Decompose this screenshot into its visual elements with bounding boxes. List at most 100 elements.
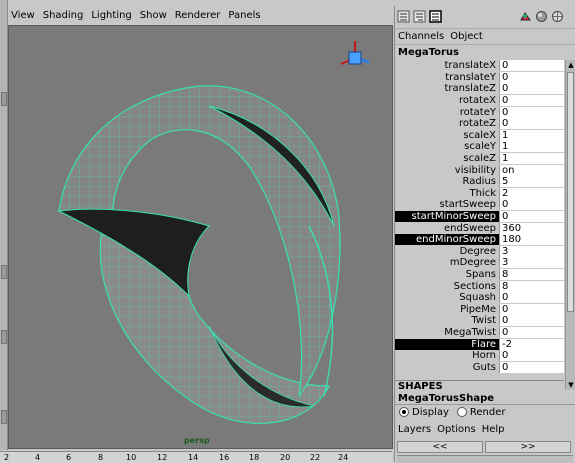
channel-name[interactable]: startMinorSweep bbox=[395, 211, 499, 223]
channel-name[interactable]: Sections bbox=[395, 281, 499, 292]
menu-panels[interactable]: Panels bbox=[228, 10, 260, 21]
timeline-ruler[interactable]: 2 4 6 8 10 12 14 16 18 20 22 24 bbox=[0, 451, 392, 463]
channel-value-field[interactable]: 0 bbox=[499, 60, 564, 72]
channel-row[interactable]: translateY 0 bbox=[395, 71, 564, 84]
channel-row[interactable]: Flare -2 bbox=[395, 338, 564, 350]
channel-name[interactable]: Horn bbox=[395, 350, 499, 361]
channel-name[interactable]: PipeMe bbox=[395, 304, 499, 315]
channel-row[interactable]: Degree 3 bbox=[395, 245, 564, 258]
channel-row[interactable]: visibility on bbox=[395, 164, 564, 176]
channel-row[interactable]: Horn 0 bbox=[395, 350, 564, 362]
channel-name[interactable]: scaleZ bbox=[395, 153, 499, 164]
channel-value-field[interactable]: 5 bbox=[499, 176, 564, 188]
channel-value-field[interactable]: 8 bbox=[499, 280, 564, 292]
previous-button[interactable]: << bbox=[397, 441, 483, 453]
channel-row[interactable]: MegaTwist 0 bbox=[395, 326, 564, 339]
channel-name[interactable]: translateY bbox=[395, 72, 499, 83]
channel-value-field[interactable]: 0 bbox=[499, 326, 564, 338]
channel-name[interactable]: visibility bbox=[395, 165, 499, 176]
channel-row[interactable]: mDegree 3 bbox=[395, 257, 564, 269]
display-option[interactable]: Display bbox=[399, 407, 449, 418]
channel-value-field[interactable]: 0 bbox=[499, 350, 564, 362]
menu-shading[interactable]: Shading bbox=[43, 10, 84, 21]
menu-options[interactable]: Options bbox=[437, 424, 476, 435]
channel-value-field[interactable]: 8 bbox=[499, 268, 564, 280]
render-option[interactable]: Render bbox=[456, 407, 505, 418]
channel-row[interactable]: scaleZ 1 bbox=[395, 153, 564, 165]
channel-value-field[interactable]: 0 bbox=[499, 118, 564, 130]
channel-value-field[interactable]: 0 bbox=[499, 106, 564, 118]
channel-row[interactable]: Twist 0 bbox=[395, 315, 564, 327]
channel-row[interactable]: rotateY 0 bbox=[395, 106, 564, 118]
perspective-viewport[interactable]: persp bbox=[8, 25, 393, 449]
menu-layers[interactable]: Layers bbox=[398, 424, 431, 435]
channel-box-icon[interactable] bbox=[397, 10, 410, 23]
menu-renderer[interactable]: Renderer bbox=[175, 10, 221, 21]
channel-name[interactable]: Twist bbox=[395, 315, 499, 326]
channel-value-field[interactable]: 180 bbox=[499, 234, 564, 246]
channel-value-field[interactable]: on bbox=[499, 164, 564, 176]
channel-value-field[interactable]: 0 bbox=[499, 211, 564, 223]
menu-view[interactable]: View bbox=[11, 10, 35, 21]
channel-value-field[interactable]: 3 bbox=[499, 257, 564, 269]
channel-row[interactable]: startMinorSweep 0 bbox=[395, 211, 564, 223]
channel-name[interactable]: rotateY bbox=[395, 107, 499, 118]
channel-name[interactable]: MegaTwist bbox=[395, 327, 499, 338]
channel-name[interactable]: rotateX bbox=[395, 95, 499, 106]
scroll-thumb[interactable] bbox=[567, 72, 574, 312]
channel-row[interactable]: Squash 0 bbox=[395, 292, 564, 304]
channel-name[interactable]: mDegree bbox=[395, 257, 499, 268]
channel-row[interactable]: Radius 5 bbox=[395, 176, 564, 188]
channel-row[interactable]: Sections 8 bbox=[395, 280, 564, 292]
menu-help[interactable]: Help bbox=[482, 424, 505, 435]
toolbox-icon[interactable] bbox=[519, 10, 532, 23]
next-button[interactable]: >> bbox=[485, 441, 571, 453]
channel-name[interactable]: endSweep bbox=[395, 223, 499, 234]
channel-row[interactable]: endMinorSweep 180 bbox=[395, 234, 564, 246]
channel-value-field[interactable]: 0 bbox=[499, 315, 564, 327]
channel-name[interactable]: translateZ bbox=[395, 83, 499, 94]
channel-value-field[interactable]: 2 bbox=[499, 187, 564, 199]
menu-channels[interactable]: Channels bbox=[398, 31, 444, 42]
display-radio[interactable] bbox=[399, 407, 409, 417]
channel-row[interactable]: PipeMe 0 bbox=[395, 303, 564, 315]
scroll-down-arrow[interactable]: ▼ bbox=[567, 381, 575, 389]
channel-name[interactable]: endMinorSweep bbox=[395, 234, 499, 246]
channel-value-field[interactable]: 0 bbox=[499, 292, 564, 304]
channel-row[interactable]: scaleY 1 bbox=[395, 141, 564, 153]
channel-name[interactable]: scaleX bbox=[395, 130, 499, 141]
channel-value-field[interactable]: 0 bbox=[499, 199, 564, 211]
channel-value-field[interactable]: 0 bbox=[499, 361, 564, 373]
menu-show[interactable]: Show bbox=[140, 10, 167, 21]
layer-editor-icon[interactable] bbox=[413, 10, 426, 23]
scroll-up-arrow[interactable]: ▲ bbox=[567, 61, 575, 69]
channel-name[interactable]: translateX bbox=[395, 60, 499, 71]
channel-row[interactable]: translateZ 0 bbox=[395, 83, 564, 95]
channel-name[interactable]: Spans bbox=[395, 269, 499, 280]
channel-value-field[interactable]: 1 bbox=[499, 129, 564, 141]
channel-name[interactable]: rotateZ bbox=[395, 118, 499, 129]
channel-name[interactable]: Flare bbox=[395, 338, 499, 350]
channel-value-field[interactable]: -2 bbox=[499, 338, 564, 350]
channel-name[interactable]: scaleY bbox=[395, 141, 499, 152]
channel-name[interactable]: Degree bbox=[395, 246, 499, 257]
channel-row[interactable]: rotateZ 0 bbox=[395, 118, 564, 130]
menu-lighting[interactable]: Lighting bbox=[91, 10, 131, 21]
channel-value-field[interactable]: 3 bbox=[499, 245, 564, 257]
channel-row[interactable]: startSweep 0 bbox=[395, 199, 564, 211]
channel-value-field[interactable]: 1 bbox=[499, 141, 564, 153]
channel-value-field[interactable]: 0 bbox=[499, 71, 564, 83]
channel-value-field[interactable]: 0 bbox=[499, 83, 564, 95]
channel-value-field[interactable]: 0 bbox=[499, 303, 564, 315]
render-radio[interactable] bbox=[456, 407, 467, 417]
channel-row[interactable]: Spans 8 bbox=[395, 268, 564, 281]
channel-scrollbar[interactable]: ▲ ▼ bbox=[565, 60, 575, 390]
channel-row[interactable]: rotateX 0 bbox=[395, 95, 564, 107]
channel-row[interactable]: Guts 0 bbox=[395, 361, 564, 373]
channel-name[interactable]: Thick bbox=[395, 188, 499, 199]
menu-object[interactable]: Object bbox=[450, 31, 483, 42]
channel-layer-icon[interactable] bbox=[429, 10, 442, 23]
channel-row[interactable]: scaleX 1 bbox=[395, 129, 564, 142]
render-globe-icon[interactable] bbox=[551, 10, 564, 23]
channel-row[interactable]: translateX 0 bbox=[395, 60, 564, 72]
